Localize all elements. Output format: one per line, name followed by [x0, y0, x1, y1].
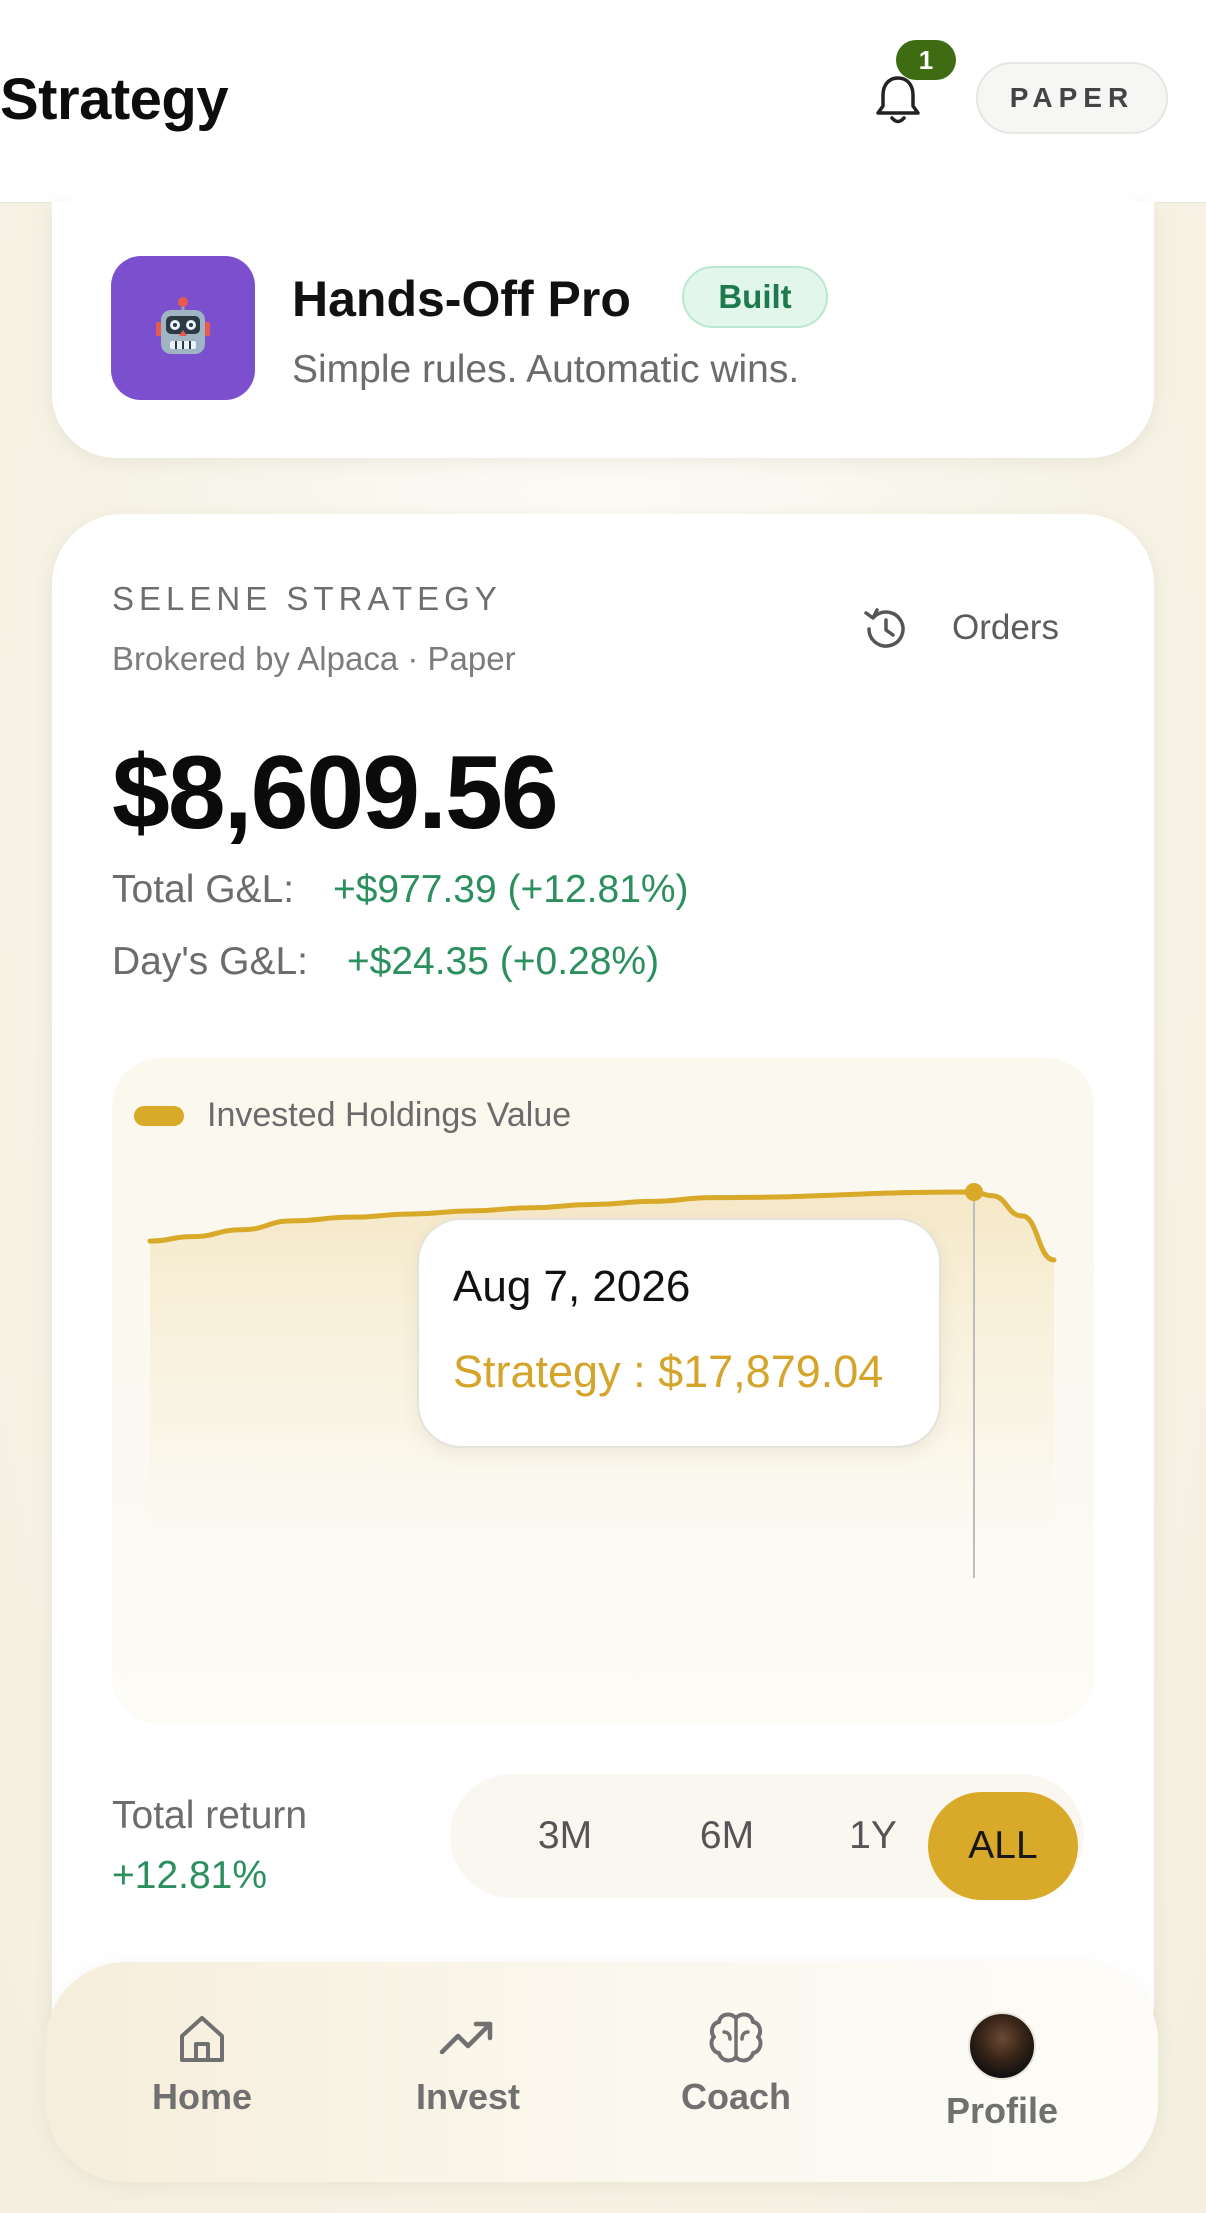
nav-home[interactable]: Home: [102, 2010, 302, 2118]
range-3m-button[interactable]: 3M: [510, 1782, 620, 1890]
trending-up-icon: [439, 2021, 493, 2055]
day-gl-label: Day's G&L:: [112, 940, 309, 983]
avatar: [968, 2012, 1036, 2080]
day-gl-row: Day's G&L: +$24.35 (+0.28%): [112, 940, 659, 984]
paper-mode-pill[interactable]: PAPER: [976, 62, 1168, 134]
tooltip-date: Aug 7, 2026: [453, 1262, 691, 1311]
strategy-tagline: Simple rules. Automatic wins.: [292, 348, 800, 391]
page-title: Strategy: [0, 67, 229, 132]
history-icon: [864, 608, 905, 648]
range-1y-button[interactable]: 1Y: [818, 1782, 928, 1890]
nav-coach-label: Coach: [680, 2076, 792, 2117]
notification-badge: 1: [896, 40, 956, 80]
nav-coach[interactable]: Coach: [636, 2010, 836, 2118]
total-return-value: +12.81%: [112, 1854, 268, 1897]
total-gl-label: Total G&L:: [112, 868, 295, 911]
total-return-label: Total return: [112, 1794, 308, 1837]
strategy-name: Hands-Off Pro: [292, 271, 631, 327]
nav-invest-label: Invest: [415, 2076, 521, 2117]
bell-icon[interactable]: [872, 72, 924, 128]
day-gl-value: +$24.35 (+0.28%): [346, 940, 660, 983]
total-gl-row: Total G&L: +$977.39 (+12.81%): [112, 868, 689, 912]
tooltip-value: Strategy : $17,879.04: [453, 1346, 884, 1397]
nav-home-label: Home: [151, 2076, 253, 2117]
range-6m-button[interactable]: 6M: [662, 1782, 792, 1890]
home-icon: [180, 2016, 224, 2062]
chart-tooltip: Aug 7, 2026 Strategy : $17,879.04: [417, 1218, 941, 1448]
broker-line: Brokered by Alpaca · Paper: [112, 640, 516, 677]
orders-button[interactable]: Orders: [860, 600, 1080, 660]
range-selector: 3M 6M 1Y ALL: [450, 1774, 1084, 1900]
built-badge: Built: [682, 266, 828, 328]
orders-label: Orders: [952, 608, 1059, 647]
range-all-button[interactable]: ALL: [928, 1792, 1078, 1900]
nav-profile-label: Profile: [945, 2090, 1059, 2131]
chart-highlight-point: [965, 1183, 983, 1201]
nav-profile[interactable]: Profile: [902, 2012, 1102, 2132]
nav-invest[interactable]: Invest: [368, 2010, 568, 2118]
brain-icon: [709, 2012, 763, 2063]
total-gl-value: +$977.39 (+12.81%): [332, 868, 689, 911]
section-label: SELENE STRATEGY: [112, 580, 502, 617]
account-balance: $8,609.56: [112, 735, 559, 851]
robot-icon: [156, 297, 210, 354]
